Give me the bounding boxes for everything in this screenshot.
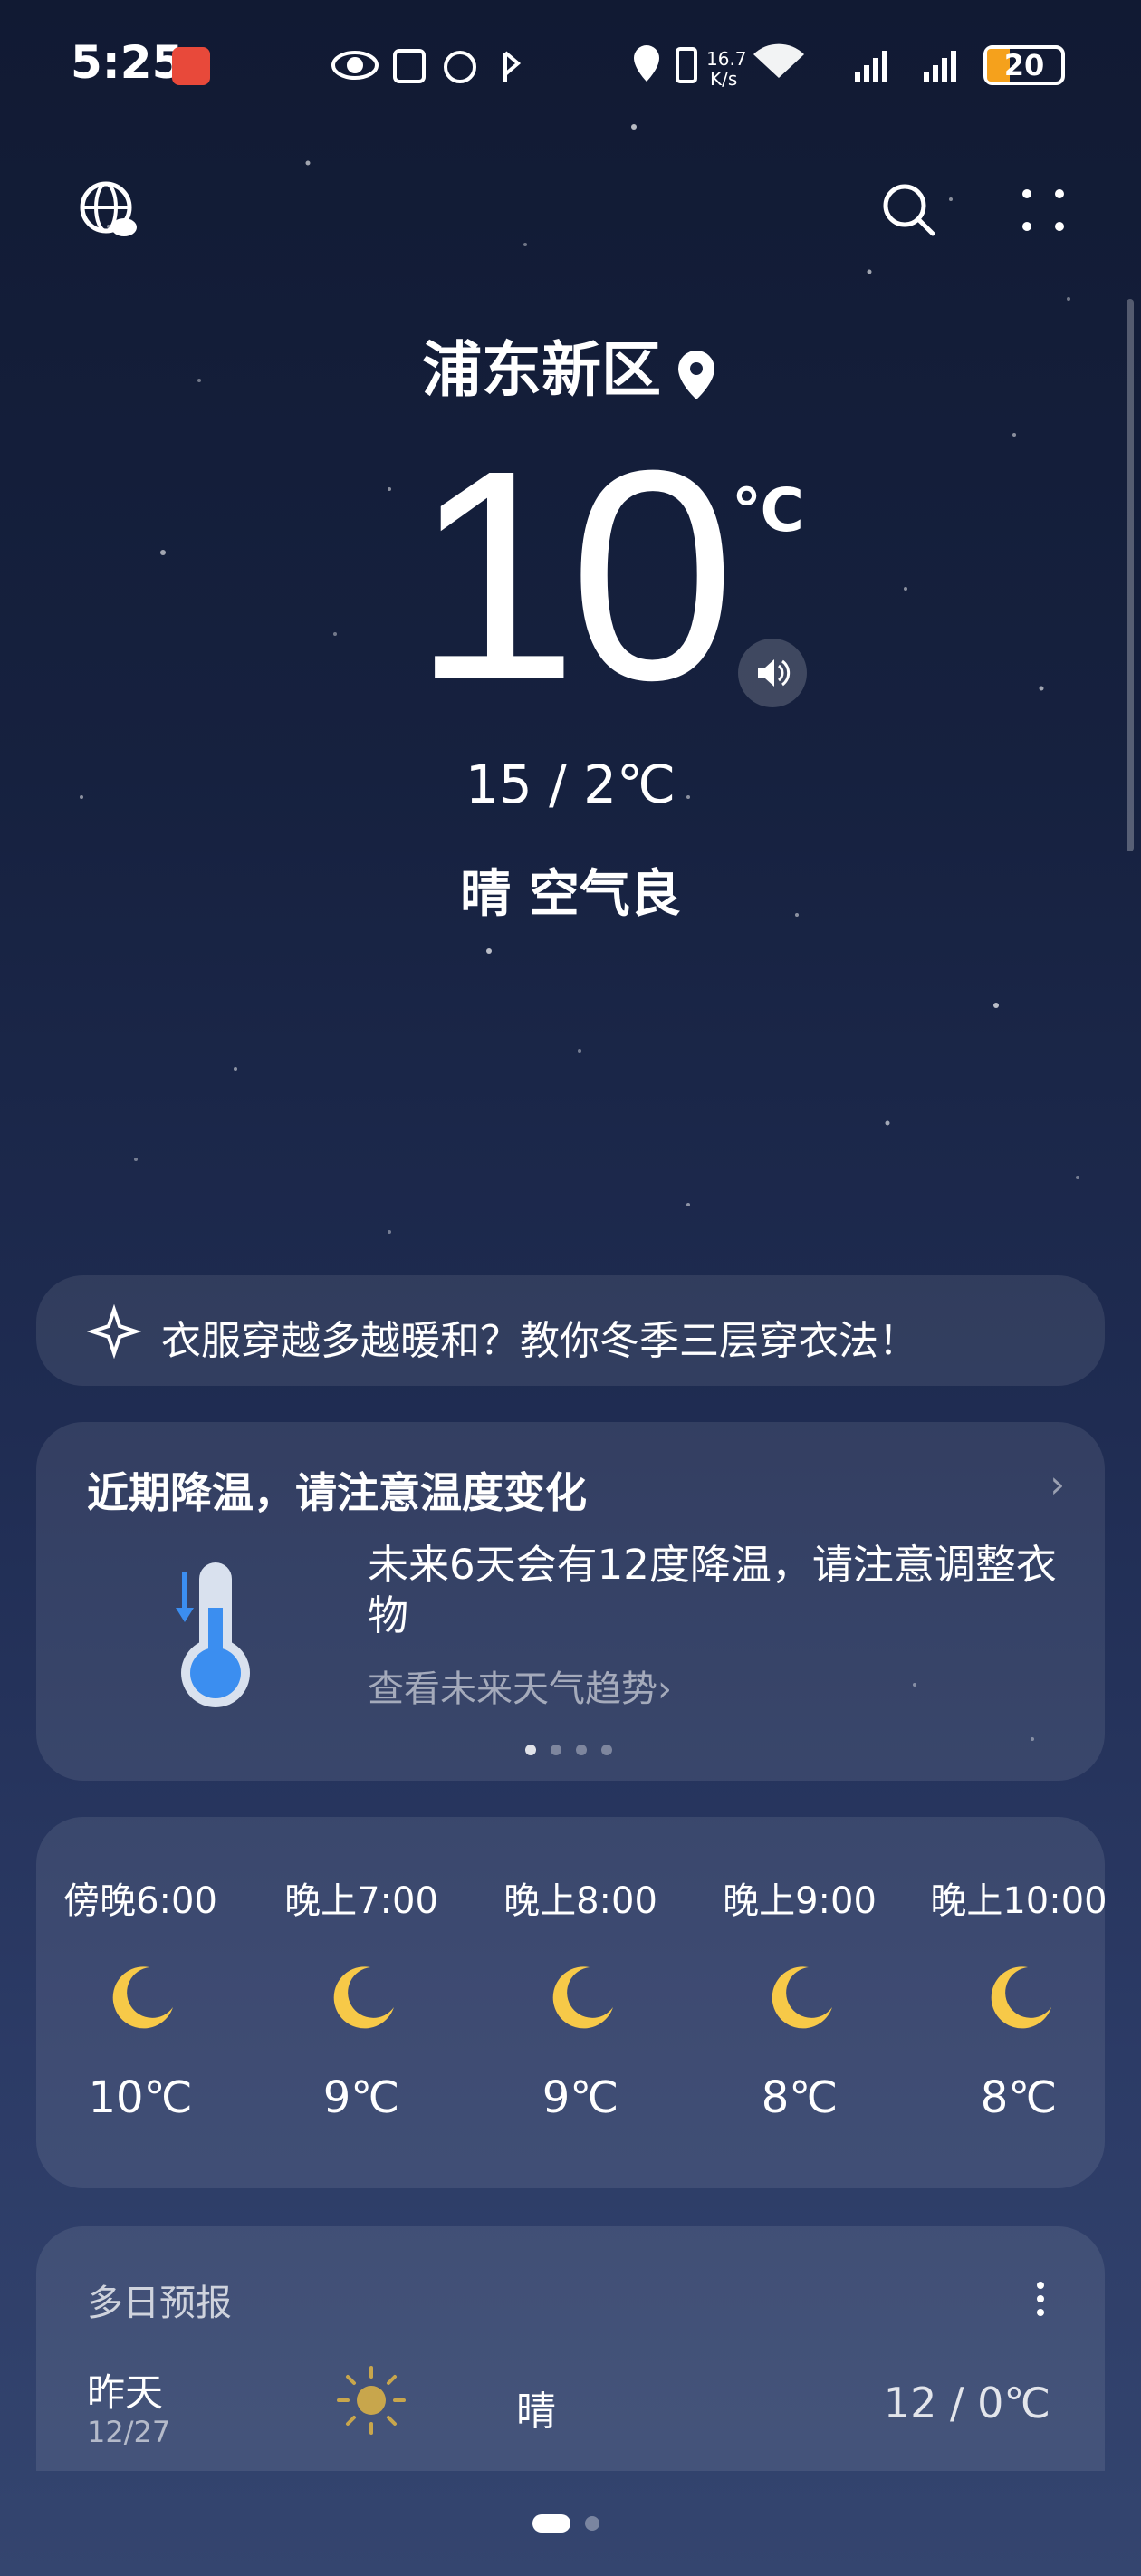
hour-time: 晚上9:00 bbox=[723, 1880, 877, 1922]
battery-icon: 20 bbox=[983, 45, 1065, 85]
carousel-dot bbox=[576, 1745, 587, 1755]
page-indicator bbox=[532, 2514, 599, 2533]
day-temp-range: 12 / 0℃ bbox=[883, 2379, 1050, 2427]
globe-cloud-icon bbox=[80, 181, 137, 236]
hour-item: 晚上7:00 9℃ bbox=[257, 1871, 465, 2123]
hour-item: 晚上9:00 8℃ bbox=[695, 1871, 904, 2123]
nfc-icon bbox=[393, 49, 426, 83]
hi-lo-temperature: 15 / 2℃ bbox=[465, 754, 676, 815]
status-bar: 5:25 16.7 K/s 20 bbox=[0, 36, 1141, 109]
page-dot bbox=[585, 2516, 599, 2531]
hour-time: 傍晚6:00 bbox=[63, 1880, 217, 1922]
location-title[interactable]: 浦东新区 bbox=[0, 322, 1141, 409]
day-date: 12/27 bbox=[87, 2415, 171, 2449]
hour-temp: 8℃ bbox=[980, 2072, 1058, 2123]
vibrate-icon bbox=[676, 47, 697, 83]
hour-time: 晚上7:00 bbox=[284, 1880, 438, 1922]
moon-icon bbox=[552, 1966, 613, 2029]
battery-warning-icon bbox=[172, 47, 210, 85]
carousel-dot bbox=[551, 1745, 561, 1755]
hour-temp: 8℃ bbox=[761, 2072, 839, 2123]
status-icons-right: 16.7 K/s bbox=[634, 43, 956, 90]
thermometer-icon bbox=[176, 1562, 250, 1707]
forecast-trend-link[interactable]: 查看未来天气趋势› bbox=[368, 1659, 672, 1712]
battery-level: 20 bbox=[1003, 48, 1045, 82]
carousel-dots bbox=[525, 1745, 612, 1755]
hourly-forecast-card[interactable]: 傍晚6:00 10℃ 晚上7:00 9℃ 晚上8:00 9℃ 晚上9:00 8℃… bbox=[36, 1817, 1105, 2188]
page-dot-active bbox=[532, 2514, 570, 2533]
news-card[interactable]: 衣服穿越多越暖和？教你冬季三层穿衣法！ bbox=[36, 1275, 1105, 1386]
alarm-icon bbox=[444, 51, 476, 83]
location-name: 浦东新区 bbox=[422, 335, 661, 405]
search-button[interactable] bbox=[873, 174, 945, 246]
moon-icon bbox=[991, 1966, 1051, 2029]
location-icon bbox=[634, 45, 659, 82]
svg-text:K/s: K/s bbox=[710, 68, 737, 90]
hour-temp: 9℃ bbox=[542, 2072, 619, 2123]
wifi-icon bbox=[753, 43, 804, 78]
news-text: 衣服穿越多越暖和？教你冬季三层穿衣法！ bbox=[161, 1318, 918, 1364]
alert-message: 未来6天会有12度降温，请注意调整衣物 bbox=[368, 1541, 1057, 1639]
carousel-dot bbox=[601, 1745, 612, 1755]
current-temperature: 10 bbox=[412, 408, 735, 742]
alert-title: 近期降温，请注意温度变化 bbox=[87, 1468, 587, 1517]
hour-time: 晚上8:00 bbox=[503, 1880, 657, 1922]
more-dots-icon bbox=[1022, 189, 1064, 231]
day-name: 昨天 bbox=[87, 2370, 164, 2415]
moon-icon bbox=[333, 1966, 394, 2029]
more-button[interactable] bbox=[1007, 174, 1079, 246]
daily-forecast-title: 多日预报 bbox=[87, 2283, 232, 2324]
bluetooth-icon bbox=[503, 51, 522, 82]
moon-icon bbox=[772, 1966, 832, 2029]
temperature-alert-card[interactable]: 近期降温，请注意温度变化 › 未来6天会有12度降温，请注意调整衣物 查看未来天… bbox=[36, 1422, 1105, 1781]
temperature-unit: ℃ bbox=[732, 476, 804, 545]
hour-time: 晚上10:00 bbox=[930, 1880, 1105, 1922]
hour-item: 傍晚6:00 10℃ bbox=[36, 1871, 244, 2123]
status-time: 5:25 bbox=[71, 36, 184, 89]
sparkle-icon bbox=[87, 1304, 141, 1359]
forecast-trend-link-label: 查看未来天气趋势 bbox=[368, 1668, 657, 1710]
sun-icon bbox=[337, 2366, 406, 2435]
location-pin-icon bbox=[678, 350, 714, 399]
kebab-menu-icon[interactable] bbox=[1036, 2281, 1045, 2317]
hour-temp: 9℃ bbox=[322, 2072, 400, 2123]
daily-forecast-card[interactable]: 多日预报 昨天 12/27 晴 12 / 0℃ bbox=[36, 2226, 1105, 2471]
chevron-right-icon: › bbox=[1050, 1462, 1065, 1506]
network-speed: 16.7 bbox=[706, 48, 747, 70]
hour-item: 晚上8:00 9℃ bbox=[476, 1871, 685, 2123]
carousel-dot bbox=[525, 1745, 536, 1755]
hour-temp: 10℃ bbox=[88, 2072, 193, 2123]
chevron-right-icon: › bbox=[657, 1668, 672, 1710]
weather-condition: 晴 空气良 bbox=[460, 865, 681, 924]
search-icon bbox=[883, 184, 935, 236]
globe-cloud-button[interactable] bbox=[72, 174, 145, 246]
moon-icon bbox=[112, 1966, 173, 2029]
speaker-button[interactable] bbox=[738, 639, 807, 707]
speaker-icon bbox=[758, 659, 791, 687]
hour-item: 晚上10:00 8℃ bbox=[915, 1871, 1105, 2123]
day-condition: 晴 bbox=[516, 2389, 556, 2435]
